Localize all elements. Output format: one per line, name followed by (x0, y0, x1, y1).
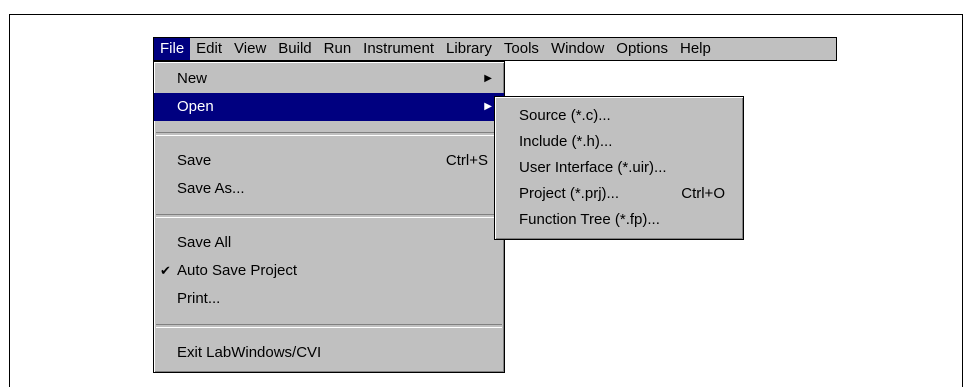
file-save-shortcut: Ctrl+S (445, 152, 488, 169)
file-save-label: Save (177, 152, 212, 169)
checkmark-icon: ✔ (160, 263, 171, 278)
file-exit-label: Exit LabWindows/CVI (177, 344, 322, 361)
open-project-label: Project (*.prj)... (519, 185, 620, 202)
submenu-arrow-icon: ▶ (484, 73, 492, 84)
menu-bar: File Edit View Build Run Instrument Libr… (153, 37, 837, 61)
open-project-shortcut: Ctrl+O (681, 185, 725, 202)
menu-file[interactable]: File (154, 38, 191, 60)
file-exit-item[interactable]: Exit LabWindows/CVI (154, 339, 504, 367)
open-user-interface-label: User Interface (*.uir)... (519, 159, 667, 176)
menu-separator (156, 214, 502, 218)
open-source-item[interactable]: Source (*.c)... (495, 103, 743, 129)
file-menu: New ▶ Open ▶ Save Ctrl+S Save As... Save… (153, 61, 505, 373)
menu-separator (156, 132, 502, 136)
menu-run[interactable]: Run (318, 38, 358, 60)
open-function-tree-item[interactable]: Function Tree (*.fp)... (495, 207, 743, 233)
file-save-item[interactable]: Save Ctrl+S (154, 147, 504, 175)
open-submenu: Source (*.c)... Include (*.h)... User In… (494, 96, 744, 240)
submenu-arrow-icon: ▶ (484, 101, 492, 112)
file-save-all-item[interactable]: Save All (154, 229, 504, 257)
open-user-interface-item[interactable]: User Interface (*.uir)... (495, 155, 743, 181)
menu-window[interactable]: Window (545, 38, 610, 60)
menu-instrument[interactable]: Instrument (357, 38, 440, 60)
menu-build[interactable]: Build (272, 38, 317, 60)
file-new-item[interactable]: New ▶ (154, 65, 504, 93)
menu-help[interactable]: Help (674, 38, 717, 60)
menu-separator (156, 324, 502, 328)
file-print-label: Print... (177, 290, 221, 307)
file-new-label: New (177, 70, 208, 87)
file-auto-save-project-label: Auto Save Project (177, 262, 298, 279)
menu-edit[interactable]: Edit (190, 38, 228, 60)
open-project-item[interactable]: Project (*.prj)... Ctrl+O (495, 181, 743, 207)
menu-library[interactable]: Library (440, 38, 498, 60)
file-auto-save-project-item[interactable]: ✔ Auto Save Project (154, 257, 504, 285)
open-function-tree-label: Function Tree (*.fp)... (519, 211, 660, 228)
file-save-as-label: Save As... (177, 180, 245, 197)
file-save-as-item[interactable]: Save As... (154, 175, 504, 203)
file-open-label: Open (177, 98, 214, 115)
open-source-label: Source (*.c)... (519, 107, 611, 124)
menu-view[interactable]: View (228, 38, 272, 60)
menu-tools[interactable]: Tools (498, 38, 545, 60)
menu-options[interactable]: Options (610, 38, 674, 60)
file-print-item[interactable]: Print... (154, 285, 504, 313)
file-open-item[interactable]: Open ▶ (154, 93, 504, 121)
open-include-item[interactable]: Include (*.h)... (495, 129, 743, 155)
file-save-all-label: Save All (177, 234, 232, 251)
open-include-label: Include (*.h)... (519, 133, 613, 150)
